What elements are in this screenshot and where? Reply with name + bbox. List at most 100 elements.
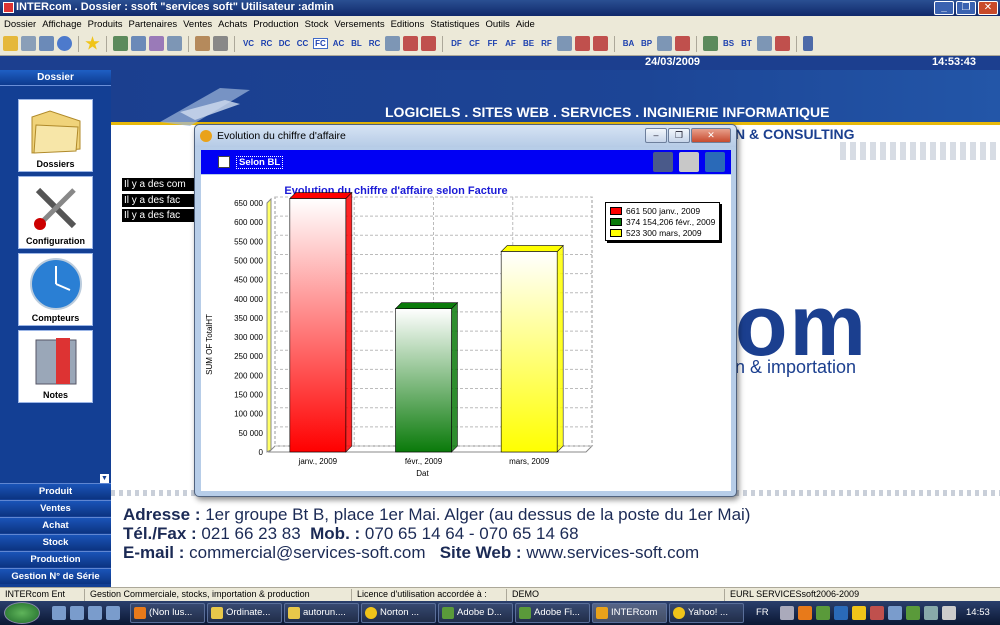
quicklaunch-icon[interactable] (88, 606, 102, 620)
toolbar-vc[interactable]: VC (241, 39, 256, 48)
quicklaunch-icon[interactable] (70, 606, 84, 620)
document-icon[interactable] (675, 36, 690, 51)
language-indicator[interactable]: FR (756, 607, 769, 618)
selon-bl-label[interactable]: Selon BL (236, 156, 284, 169)
task-ordinateur[interactable]: Ordinate... (207, 603, 282, 623)
sidebar-button-ventes[interactable]: Ventes (0, 500, 111, 516)
open-folder-icon[interactable] (3, 36, 18, 51)
dialog-minimize-button[interactable]: – (645, 128, 667, 143)
toolbar-ff[interactable]: FF (485, 39, 500, 48)
tray-icon[interactable] (780, 606, 794, 620)
document-icon[interactable] (131, 36, 146, 51)
menu-achats[interactable]: Achats (218, 19, 247, 30)
refresh-icon[interactable] (57, 36, 72, 51)
sidebar-title[interactable]: Dossier (0, 70, 111, 86)
document-icon[interactable] (167, 36, 182, 51)
toolbar-df[interactable]: DF (449, 39, 464, 48)
close-button[interactable]: ✕ (978, 1, 998, 15)
menu-dossier[interactable]: Dossier (4, 19, 36, 30)
task-intercom[interactable]: INTERcom (592, 603, 667, 623)
toolbar-rc-2[interactable]: RC (367, 39, 382, 48)
task-yahoo[interactable]: Yahoo! ... (669, 603, 744, 623)
menu-partenaires[interactable]: Partenaires (129, 19, 178, 30)
document-icon[interactable] (757, 36, 772, 51)
volume-icon[interactable] (942, 606, 956, 620)
document-icon[interactable] (593, 36, 608, 51)
dialog-titlebar[interactable]: Evolution du chiffre d'affaire – ❐ ✕ (195, 125, 736, 147)
selon-bl-checkbox[interactable] (218, 156, 230, 168)
task-norton[interactable]: Norton ... (361, 603, 436, 623)
task-adobe-dreamweaver[interactable]: Adobe D... (438, 603, 513, 623)
document-icon[interactable] (557, 36, 572, 51)
tray-icon[interactable] (852, 606, 866, 620)
printer-icon[interactable] (679, 152, 699, 172)
menu-statistiques[interactable]: Statistiques (430, 19, 479, 30)
sidebar-tile-dossiers[interactable]: Dossiers (18, 99, 93, 172)
collapse-arrow-icon[interactable]: ▼ (100, 474, 109, 483)
menu-outils[interactable]: Outils (486, 19, 510, 30)
taskbar-clock[interactable]: 14:53 (966, 607, 990, 618)
task-autorun[interactable]: autorun.... (284, 603, 359, 623)
menu-affichage[interactable]: Affichage (42, 19, 81, 30)
sidebar-button-production[interactable]: Production (0, 551, 111, 567)
tray-icon[interactable] (888, 606, 902, 620)
toolbar-bp[interactable]: BP (639, 39, 654, 48)
tray-icon[interactable] (816, 606, 830, 620)
quicklaunch-icon[interactable] (106, 606, 120, 620)
toolbar-rc[interactable]: RC (259, 39, 274, 48)
save-icon[interactable] (653, 152, 673, 172)
document-icon[interactable] (421, 36, 436, 51)
menu-aide[interactable]: Aide (516, 19, 535, 30)
dialog-close-button[interactable]: ✕ (691, 128, 731, 143)
task-mail[interactable]: (Non lus... (130, 603, 205, 623)
toolbar-cf[interactable]: CF (467, 39, 482, 48)
menu-editions[interactable]: Editions (391, 19, 425, 30)
toolbar-cc[interactable]: CC (295, 39, 310, 48)
network-icon[interactable] (924, 606, 938, 620)
settings-icon[interactable] (39, 36, 54, 51)
document-icon[interactable] (775, 36, 790, 51)
sidebar-tile-configuration[interactable]: Configuration (18, 176, 93, 249)
dialog-maximize-button[interactable]: ❐ (668, 128, 690, 143)
sidebar-button-serial[interactable]: Gestion N° de Série (0, 568, 111, 584)
sidebar-button-achat[interactable]: Achat (0, 517, 111, 533)
toolbar-bl[interactable]: BL (349, 39, 364, 48)
toolbar-bt[interactable]: BT (739, 39, 754, 48)
toolbar-bs[interactable]: BS (721, 39, 736, 48)
document-icon[interactable] (575, 36, 590, 51)
sidebar-tile-compteurs[interactable]: Compteurs (18, 253, 93, 326)
start-button[interactable] (4, 602, 40, 624)
tray-icon[interactable] (870, 606, 884, 620)
document-icon[interactable] (149, 36, 164, 51)
menu-stock[interactable]: Stock (305, 19, 329, 30)
exit-icon[interactable] (705, 152, 725, 172)
tools-icon[interactable] (21, 36, 36, 51)
toolbar-dc[interactable]: DC (277, 39, 292, 48)
window-titlebar[interactable]: INTERcom . Dossier : ssoft "services sof… (0, 0, 1000, 16)
maximize-button[interactable]: ❐ (956, 1, 976, 15)
favorite-star-icon[interactable] (85, 36, 100, 50)
tray-icon[interactable] (834, 606, 848, 620)
sidebar-button-produit[interactable]: Produit (0, 483, 111, 499)
document-icon[interactable] (403, 36, 418, 51)
document-icon[interactable] (113, 36, 128, 51)
menu-produits[interactable]: Produits (88, 19, 123, 30)
document-icon[interactable] (703, 36, 718, 51)
package-icon[interactable] (195, 36, 210, 51)
menu-ventes[interactable]: Ventes (183, 19, 212, 30)
minimize-button[interactable]: _ (934, 1, 954, 15)
task-adobe-fireworks[interactable]: Adobe Fi... (515, 603, 590, 623)
quicklaunch-icon[interactable] (52, 606, 66, 620)
toolbar-ba[interactable]: BA (621, 39, 636, 48)
toolbar-rf[interactable]: RF (539, 39, 554, 48)
info-icon[interactable] (803, 36, 813, 51)
toolbar-be[interactable]: BE (521, 39, 536, 48)
menu-versements[interactable]: Versements (334, 19, 384, 30)
sidebar-tile-notes[interactable]: Notes (18, 330, 93, 403)
printer-icon[interactable] (213, 36, 228, 51)
document-icon[interactable] (657, 36, 672, 51)
sidebar-button-stock[interactable]: Stock (0, 534, 111, 550)
toolbar-af[interactable]: AF (503, 39, 518, 48)
toolbar-ac[interactable]: AC (331, 39, 346, 48)
menu-production[interactable]: Production (253, 19, 298, 30)
